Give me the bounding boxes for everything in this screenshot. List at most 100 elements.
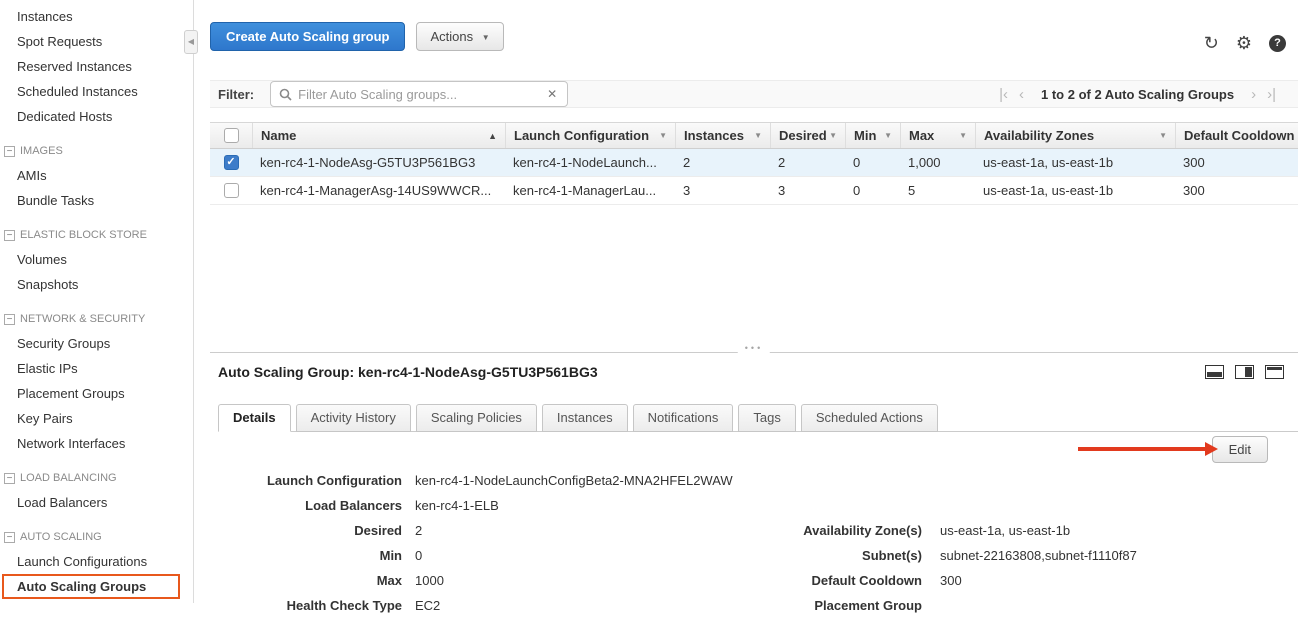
sidebar-item-bundle-tasks[interactable]: Bundle Tasks (0, 188, 186, 213)
column-header-min[interactable]: Min ▼ (845, 123, 900, 148)
previous-page-icon[interactable]: ‹ (1019, 87, 1024, 102)
sidebar-item-instances[interactable]: Instances (0, 4, 186, 29)
sidebar-item-volumes[interactable]: Volumes (0, 247, 186, 272)
column-label: Availability Zones (984, 128, 1094, 143)
field-max: Max 1000 (210, 568, 770, 593)
refresh-icon[interactable]: ↻ (1204, 34, 1219, 52)
sidebar-item-load-balancers[interactable]: Load Balancers (0, 490, 186, 515)
field-value: us-east-1a, us-east-1b (940, 523, 1070, 538)
field-value: 0 (415, 548, 422, 563)
sidebar-collapse-button[interactable]: ◀ (184, 30, 198, 54)
tab-scheduled-actions[interactable]: Scheduled Actions (801, 404, 938, 432)
gear-icon[interactable]: ⚙ (1236, 34, 1252, 52)
column-label: Desired (779, 128, 827, 143)
column-label: Min (854, 128, 876, 143)
field-load-balancers: Load Balancers ken-rc4-1-ELB (210, 493, 770, 518)
cell-name: ken-rc4-1-NodeAsg-G5TU3P561BG3 (252, 149, 505, 176)
column-header-launch-configuration[interactable]: Launch Configuration ▼ (505, 123, 675, 148)
sidebar-section-load-balancing[interactable]: − LOAD BALANCING (0, 466, 186, 490)
sidebar-item-network-interfaces[interactable]: Network Interfaces (0, 431, 186, 456)
column-header-default-cooldown[interactable]: Default Cooldown (1175, 123, 1298, 148)
cell-default-cooldown: 300 (1175, 177, 1298, 204)
actions-button[interactable]: Actions ▼ (416, 22, 503, 51)
main-content: Create Auto Scaling group Actions ▼ ↻ ⚙ … (210, 0, 1298, 603)
sidebar-section-elastic-block-store[interactable]: − ELASTIC BLOCK STORE (0, 223, 186, 247)
drag-handle-icon[interactable]: ••• (738, 343, 770, 353)
tab-notifications[interactable]: Notifications (633, 404, 734, 432)
table-row[interactable]: ken-rc4-1-ManagerAsg-14US9WWCR... ken-rc… (210, 177, 1298, 205)
cell-default-cooldown: 300 (1175, 149, 1298, 176)
field-label: Desired (210, 523, 402, 538)
tab-activity-history[interactable]: Activity History (296, 404, 411, 432)
field-desired: Desired 2 (210, 518, 770, 543)
table-row[interactable]: ken-rc4-1-NodeAsg-G5TU3P561BG3 ken-rc4-1… (210, 149, 1298, 177)
last-page-icon[interactable]: ›| (1267, 87, 1276, 102)
cell-min: 0 (845, 149, 900, 176)
cell-availability-zones: us-east-1a, us-east-1b (975, 149, 1175, 176)
sidebar-item-reserved-instances[interactable]: Reserved Instances (0, 54, 186, 79)
sidebar-item-spot-requests[interactable]: Spot Requests (0, 29, 186, 54)
chevron-down-icon: ▼ (659, 131, 667, 140)
pagination: |‹ ‹ 1 to 2 of 2 Auto Scaling Groups › ›… (999, 87, 1276, 102)
chevron-down-icon: ▼ (1159, 131, 1167, 140)
annotation-arrow (1078, 442, 1218, 456)
sidebar-item-security-groups[interactable]: Security Groups (0, 331, 186, 356)
chevron-left-icon: ◀ (188, 37, 194, 46)
auto-scaling-groups-table: Name ▲ Launch Configuration ▼ Instances … (210, 122, 1298, 205)
column-header-max[interactable]: Max ▼ (900, 123, 975, 148)
field-label: Availability Zone(s) (710, 523, 922, 538)
collapse-section-icon: − (4, 473, 15, 484)
next-page-icon[interactable]: › (1251, 87, 1256, 102)
sidebar-item-auto-scaling-groups[interactable]: Auto Scaling Groups (2, 574, 180, 599)
chevron-down-icon: ▼ (482, 33, 490, 42)
column-header-select (210, 123, 252, 148)
tab-details[interactable]: Details (218, 404, 291, 432)
column-header-desired[interactable]: Desired ▼ (770, 123, 845, 148)
sidebar-item-dedicated-hosts[interactable]: Dedicated Hosts (0, 104, 186, 129)
chevron-down-icon: ▼ (829, 131, 837, 140)
section-label: IMAGES (20, 139, 63, 163)
collapse-section-icon: − (4, 146, 15, 157)
field-label: Min (210, 548, 402, 563)
sidebar-item-elastic-ips[interactable]: Elastic IPs (0, 356, 186, 381)
sidebar-item-snapshots[interactable]: Snapshots (0, 272, 186, 297)
sidebar-section-network-security[interactable]: − NETWORK & SECURITY (0, 307, 186, 331)
sidebar-section-auto-scaling[interactable]: − AUTO SCALING (0, 525, 186, 549)
split-divider[interactable]: ••• (210, 352, 1298, 353)
arrow-head (1205, 442, 1218, 456)
sidebar-item-amis[interactable]: AMIs (0, 163, 186, 188)
column-label: Instances (684, 128, 744, 143)
sidebar-item-scheduled-instances[interactable]: Scheduled Instances (0, 79, 186, 104)
field-label: Load Balancers (210, 498, 402, 513)
tab-tags[interactable]: Tags (738, 404, 795, 432)
sidebar-item-placement-groups[interactable]: Placement Groups (0, 381, 186, 406)
row-checkbox[interactable] (224, 155, 239, 170)
sidebar-item-launch-configurations[interactable]: Launch Configurations (0, 549, 186, 574)
edit-button[interactable]: Edit (1212, 436, 1268, 463)
tab-instances[interactable]: Instances (542, 404, 628, 432)
select-all-checkbox[interactable] (224, 128, 239, 143)
layout-side-pane-icon[interactable] (1235, 365, 1254, 379)
column-header-instances[interactable]: Instances ▼ (675, 123, 770, 148)
section-label: NETWORK & SECURITY (20, 307, 145, 331)
sidebar-section-images[interactable]: − IMAGES (0, 139, 186, 163)
column-header-name[interactable]: Name ▲ (252, 123, 505, 148)
tab-scaling-policies[interactable]: Scaling Policies (416, 404, 537, 432)
first-page-icon[interactable]: |‹ (999, 87, 1008, 102)
column-header-availability-zones[interactable]: Availability Zones ▼ (975, 123, 1175, 148)
sidebar-divider (193, 0, 194, 603)
row-checkbox[interactable] (224, 183, 239, 198)
filter-input[interactable] (298, 87, 545, 102)
layout-bottom-pane-icon[interactable] (1205, 365, 1224, 379)
details-fields-right: Availability Zone(s) us-east-1a, us-east… (710, 518, 1290, 618)
clear-filter-icon[interactable]: ✕ (545, 87, 559, 101)
help-icon[interactable]: ? (1269, 35, 1286, 52)
sidebar-item-key-pairs[interactable]: Key Pairs (0, 406, 186, 431)
cell-launch-configuration: ken-rc4-1-NodeLaunch... (505, 149, 675, 176)
create-auto-scaling-group-button[interactable]: Create Auto Scaling group (210, 22, 405, 51)
cell-instances: 2 (675, 149, 770, 176)
layout-full-pane-icon[interactable] (1265, 365, 1284, 379)
field-value: subnet-22163808,subnet-f1110f87 (940, 548, 1137, 563)
field-availability-zones: Availability Zone(s) us-east-1a, us-east… (710, 518, 1290, 543)
chevron-down-icon: ▼ (959, 131, 967, 140)
